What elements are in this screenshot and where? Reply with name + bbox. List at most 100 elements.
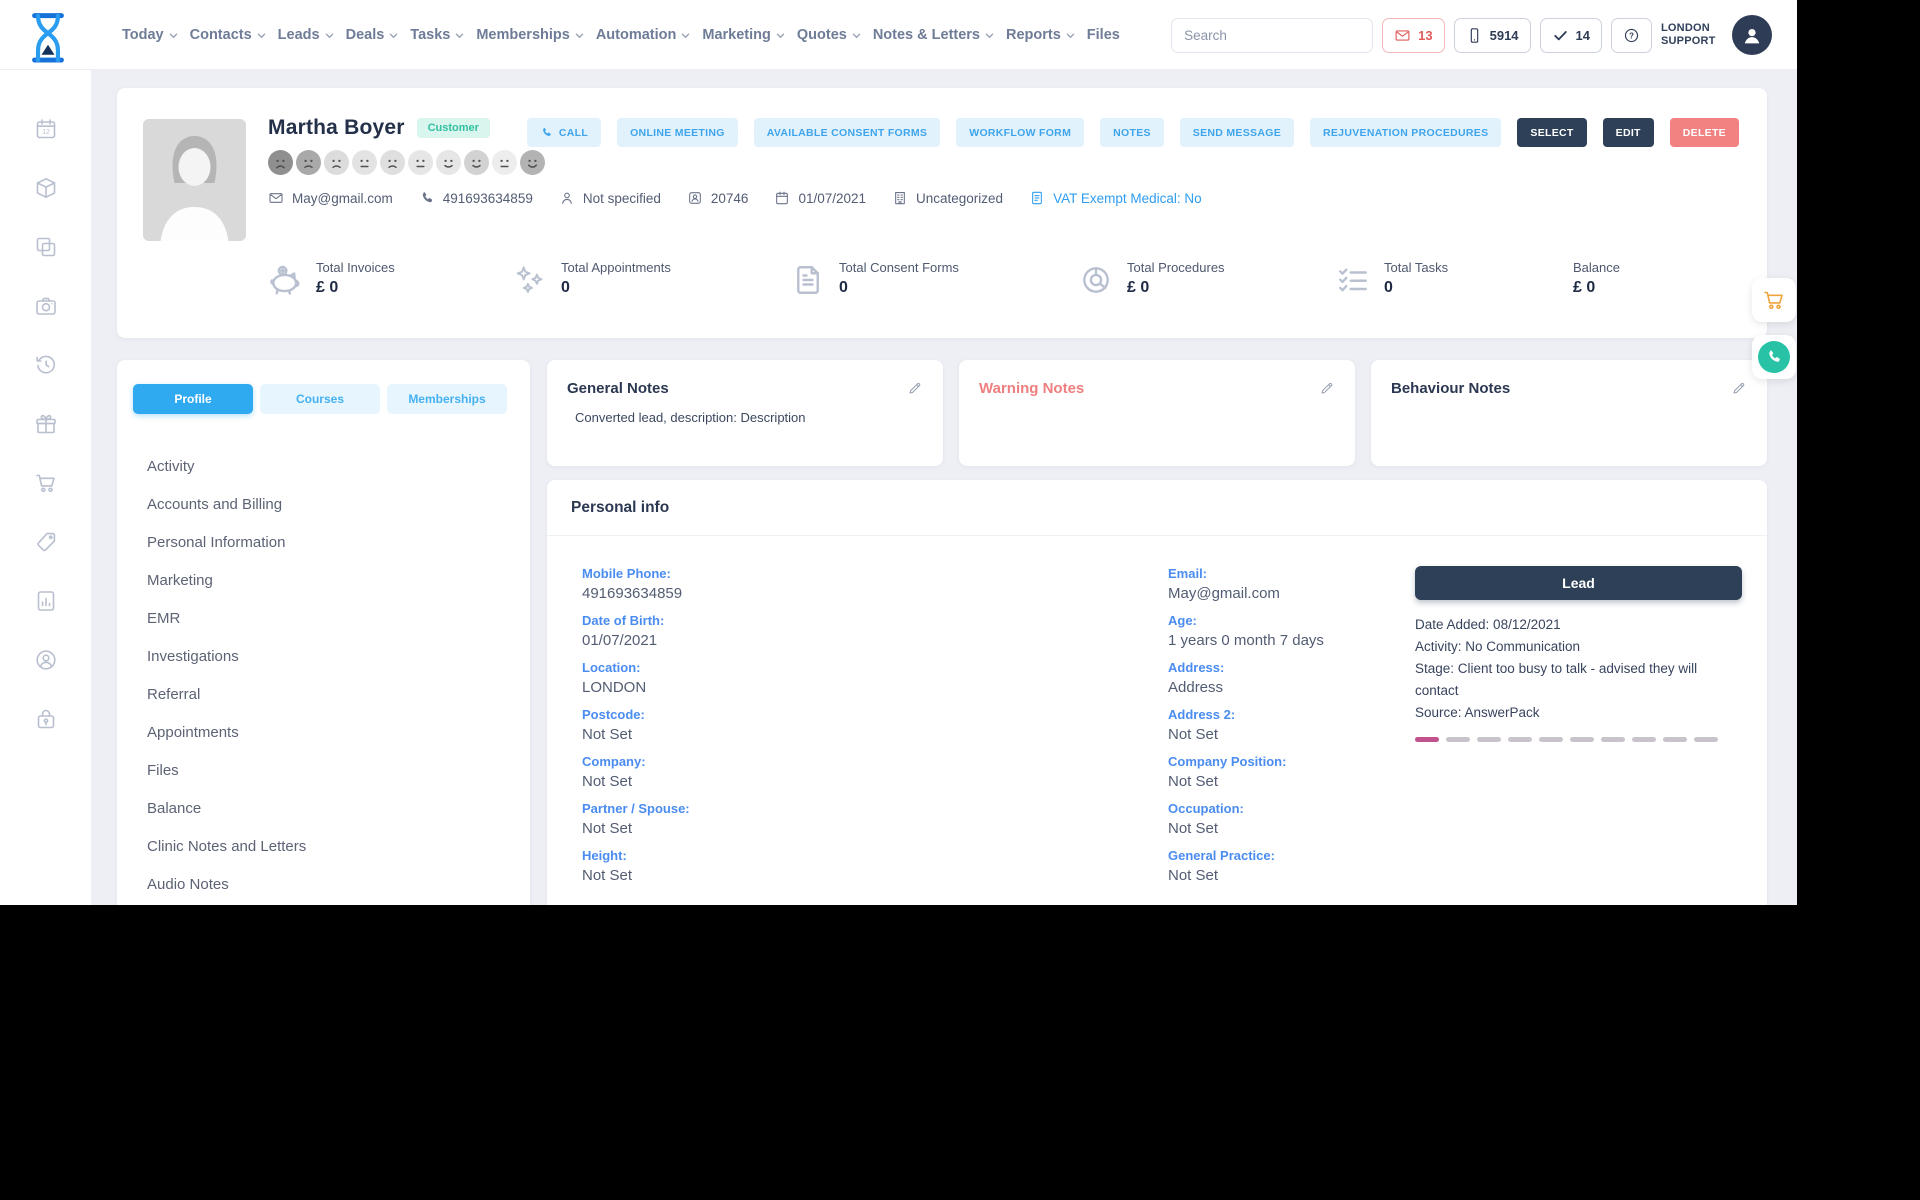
- panel-menu-item[interactable]: Drink: [147, 904, 510, 905]
- panel-menu-item[interactable]: Accounts and Billing: [147, 486, 510, 524]
- info-field: General Practice: Not Set: [1168, 848, 1415, 884]
- nav-menu-item[interactable]: Today: [122, 27, 178, 43]
- mood-face-icon[interactable]: [464, 150, 489, 175]
- nav-menu-item[interactable]: Memberships: [476, 27, 584, 43]
- panel-tab[interactable]: Courses: [260, 384, 380, 414]
- sms-credits-badge[interactable]: 5914: [1453, 17, 1531, 53]
- rail-button[interactable]: [34, 294, 58, 318]
- stat-label: Total Appointments: [561, 260, 671, 275]
- tasks-badge[interactable]: 14: [1539, 17, 1602, 53]
- rail-button[interactable]: [34, 530, 58, 554]
- nav-menu-item[interactable]: Leads: [278, 27, 334, 43]
- mood-face-icon[interactable]: [436, 150, 461, 175]
- mood-rating-row: [268, 150, 545, 175]
- action-button[interactable]: ONLINE MEETING: [617, 118, 738, 147]
- panel-menu-item[interactable]: Referral: [147, 676, 510, 714]
- panel-menu-item[interactable]: EMR: [147, 600, 510, 638]
- lead-button[interactable]: Lead: [1415, 566, 1742, 600]
- info-field-label: Height:: [582, 848, 627, 863]
- contact-info-item[interactable]: VAT Exempt Medical: No: [1029, 190, 1202, 206]
- action-button[interactable]: SELECT: [1517, 118, 1587, 147]
- info-field: Partner / Spouse: Not Set: [582, 801, 1168, 837]
- nav-menu-item[interactable]: Marketing: [702, 27, 785, 43]
- action-button[interactable]: NOTES: [1100, 118, 1164, 147]
- copy-icon: [34, 235, 58, 259]
- panel-tab[interactable]: Memberships: [387, 384, 507, 414]
- rail-button[interactable]: [34, 707, 58, 731]
- floating-cart-button[interactable]: [1752, 278, 1796, 322]
- nav-menu-item[interactable]: Files: [1087, 27, 1120, 43]
- mood-face-icon[interactable]: [268, 150, 293, 175]
- chevron-down-icon: [455, 33, 464, 39]
- panel-menu-item[interactable]: Personal Information: [147, 524, 510, 562]
- edit-pencil-icon[interactable]: [1319, 380, 1335, 396]
- contact-info-text: Not specified: [582, 190, 661, 206]
- edit-pencil-icon[interactable]: [907, 380, 923, 396]
- info-field-label: Occupation:: [1168, 801, 1244, 816]
- mood-face-icon[interactable]: [380, 150, 405, 175]
- contact-info-item[interactable]: May@gmail.com: [268, 190, 393, 206]
- nav-menu-item[interactable]: Tasks: [410, 27, 464, 43]
- info-field: Company Position: Not Set: [1168, 754, 1415, 790]
- panel-tab[interactable]: Profile: [133, 384, 253, 414]
- action-button[interactable]: REJUVENATION PROCEDURES: [1310, 118, 1502, 147]
- action-button[interactable]: AVAILABLE CONSENT FORMS: [753, 118, 941, 147]
- panel-menu-item[interactable]: Marketing: [147, 562, 510, 600]
- action-button[interactable]: EDIT: [1602, 118, 1654, 147]
- chevron-down-icon: [575, 33, 584, 39]
- panel-menu-item[interactable]: Clinic Notes and Letters: [147, 828, 510, 866]
- profile-avatar[interactable]: [143, 119, 246, 241]
- client-name-row: Martha Boyer Customer: [268, 116, 490, 140]
- search-input[interactable]: [1172, 27, 1373, 43]
- stat-label: Total Procedures: [1127, 260, 1225, 275]
- mood-face-icon[interactable]: [408, 150, 433, 175]
- panel-menu-item[interactable]: Activity: [147, 448, 510, 486]
- info-field-label: Postcode:: [582, 707, 645, 722]
- contact-info-item[interactable]: 491693634859: [419, 190, 533, 206]
- rail-button[interactable]: [34, 648, 58, 672]
- edit-pencil-icon[interactable]: [1731, 380, 1747, 396]
- action-button[interactable]: SEND MESSAGE: [1179, 118, 1294, 147]
- rail-button[interactable]: [34, 117, 58, 141]
- note-card: Behaviour Notes: [1371, 360, 1767, 466]
- mood-face-icon[interactable]: [324, 150, 349, 175]
- nav-menu-label: Notes & Letters: [872, 27, 980, 43]
- panel-menu-item[interactable]: Investigations: [147, 638, 510, 676]
- nav-menu-item[interactable]: Quotes: [797, 27, 861, 43]
- nav-menu-item[interactable]: Notes & Letters: [873, 27, 994, 43]
- nav-menu-item[interactable]: Reports: [1006, 27, 1075, 43]
- help-button[interactable]: [1611, 17, 1652, 53]
- panel-menu-item[interactable]: Appointments: [147, 714, 510, 752]
- avatar-silhouette-icon: [143, 119, 246, 241]
- action-button[interactable]: CALL: [526, 118, 602, 147]
- sparkles-icon: [512, 262, 548, 298]
- rail-button[interactable]: [34, 471, 58, 495]
- mail-badge[interactable]: 13: [1382, 17, 1445, 53]
- mood-face-icon[interactable]: [352, 150, 377, 175]
- info-field-value: Not Set: [582, 726, 633, 743]
- floating-call-button[interactable]: [1752, 335, 1796, 379]
- action-button[interactable]: WORKFLOW FORM: [956, 118, 1085, 147]
- task-count: 14: [1575, 27, 1590, 43]
- panel-menu-item[interactable]: Audio Notes: [147, 866, 510, 904]
- user-avatar[interactable]: [1732, 15, 1772, 55]
- contact-info-item[interactable]: 01/07/2021: [774, 190, 866, 206]
- nav-menu-item[interactable]: Automation: [596, 27, 691, 43]
- mood-face-icon[interactable]: [492, 150, 517, 175]
- contact-info-item[interactable]: Uncategorized: [892, 190, 1003, 206]
- contact-info-item[interactable]: 20746: [687, 190, 748, 206]
- nav-menu-item[interactable]: Deals: [346, 27, 399, 43]
- action-button[interactable]: DELETE: [1669, 118, 1739, 147]
- rail-button[interactable]: [34, 235, 58, 259]
- rail-button[interactable]: [34, 589, 58, 613]
- contact-info-item[interactable]: Not specified: [559, 190, 661, 206]
- rail-button[interactable]: [34, 176, 58, 200]
- rail-button[interactable]: [34, 353, 58, 377]
- panel-menu-item[interactable]: Balance: [147, 790, 510, 828]
- mood-face-icon[interactable]: [296, 150, 321, 175]
- panel-menu-item[interactable]: Files: [147, 752, 510, 790]
- nav-menu-item[interactable]: Contacts: [190, 27, 266, 43]
- app-logo[interactable]: [25, 11, 71, 59]
- mood-face-icon[interactable]: [520, 150, 545, 175]
- rail-button[interactable]: [34, 412, 58, 436]
